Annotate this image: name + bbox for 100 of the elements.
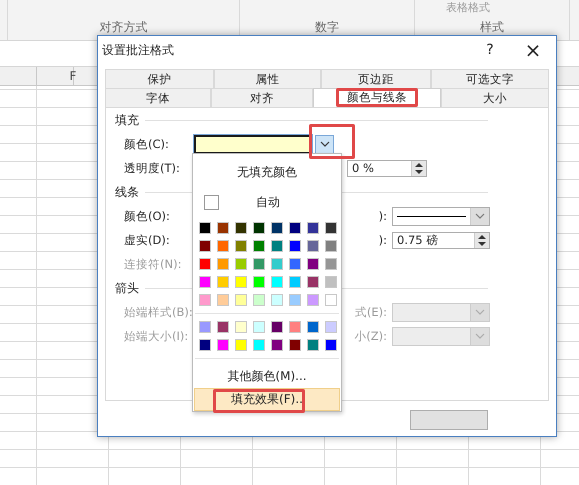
menu-item[interactable]: 其他颜色(M)... — [193, 364, 341, 388]
spinner-icon[interactable] — [474, 232, 489, 248]
color-swatch[interactable] — [289, 258, 301, 270]
field-label: 透明度(T): — [124, 160, 181, 176]
color-swatch[interactable] — [289, 320, 301, 333]
tab[interactable]: 对齐 — [211, 88, 313, 107]
section-heading: 填充 — [115, 112, 139, 128]
field-label: 小(Z): — [353, 328, 388, 344]
color-swatch[interactable] — [307, 320, 319, 333]
color-swatch[interactable] — [253, 320, 265, 333]
color-swatch[interactable] — [199, 222, 211, 234]
field-label: ): — [378, 209, 388, 223]
color-swatch[interactable] — [325, 240, 337, 252]
color-swatch[interactable] — [307, 338, 319, 351]
field-label: 颜色(C): — [124, 136, 170, 152]
menu-item[interactable]: 自动 — [256, 194, 280, 211]
color-swatch[interactable] — [307, 258, 319, 270]
color-swatch[interactable] — [217, 294, 229, 306]
tab[interactable]: 属性 — [214, 69, 321, 88]
color-swatch[interactable] — [217, 222, 229, 234]
field-label: 连接符(N): — [124, 256, 182, 272]
color-swatch[interactable] — [235, 338, 247, 351]
color-swatch[interactable] — [253, 294, 265, 306]
section-heading: 线条 — [115, 184, 139, 200]
field-label: 颜色(O): — [124, 208, 171, 224]
color-field[interactable] — [194, 134, 312, 154]
ribbon-group-label: 对齐方式 — [100, 19, 148, 36]
color-swatch[interactable] — [325, 338, 337, 351]
color-swatch[interactable] — [217, 240, 229, 252]
chevron-icon — [320, 141, 330, 147]
color-swatch[interactable] — [253, 338, 265, 351]
tab[interactable]: 可选文字 — [431, 69, 549, 88]
color-swatch[interactable] — [217, 276, 229, 288]
color-swatch[interactable] — [199, 338, 211, 351]
color-swatch[interactable] — [253, 240, 265, 252]
color-swatch[interactable] — [325, 294, 337, 306]
field-label: 式(E): — [354, 304, 388, 320]
color-swatch[interactable] — [271, 320, 283, 333]
field-label: ): — [378, 233, 388, 247]
tab[interactable]: 颜色与线条 — [313, 88, 441, 107]
line-style-dropdown[interactable] — [392, 206, 490, 226]
color-swatch[interactable] — [253, 258, 265, 270]
tab[interactable]: 字体 — [105, 88, 211, 107]
color-swatch[interactable] — [217, 338, 229, 351]
color-swatch[interactable] — [325, 276, 337, 288]
color-swatch[interactable] — [307, 276, 319, 288]
color-swatch[interactable] — [271, 338, 283, 351]
chevron-icon — [475, 309, 485, 315]
tab[interactable]: 保护 — [105, 69, 214, 88]
color-swatch[interactable] — [204, 194, 219, 210]
color-swatch[interactable] — [199, 320, 211, 333]
color-swatch[interactable] — [235, 258, 247, 270]
color-swatch[interactable] — [289, 222, 301, 234]
color-swatch[interactable] — [325, 222, 337, 234]
color-swatch[interactable] — [199, 276, 211, 288]
color-swatch[interactable] — [307, 294, 319, 306]
spinner-icon[interactable] — [411, 160, 426, 176]
color-swatch[interactable] — [271, 240, 283, 252]
tab[interactable]: 大小 — [441, 88, 549, 107]
color-swatch[interactable] — [253, 276, 265, 288]
field-value: 0 % — [352, 161, 374, 175]
dropdown-button[interactable] — [315, 134, 334, 154]
help-button[interactable]: ? — [470, 42, 510, 58]
color-swatch[interactable] — [199, 240, 211, 252]
spin-field[interactable]: 0 % — [347, 160, 427, 176]
color-swatch[interactable] — [253, 222, 265, 234]
color-swatch[interactable] — [235, 240, 247, 252]
tab[interactable]: 页边距 — [321, 69, 431, 88]
ribbon-group-label: 数字 — [315, 19, 339, 36]
color-swatch[interactable] — [325, 258, 337, 270]
spin-field[interactable]: 0.75 磅 — [392, 232, 490, 248]
color-swatch[interactable] — [289, 276, 301, 288]
color-swatch[interactable] — [217, 258, 229, 270]
color-swatch[interactable] — [271, 222, 283, 234]
menu-item[interactable]: 无填充颜色 — [193, 160, 341, 186]
close-button[interactable]: × — [510, 38, 556, 62]
color-swatch[interactable] — [307, 222, 319, 234]
color-swatch[interactable] — [199, 258, 211, 270]
color-swatch[interactable] — [235, 294, 247, 306]
field-label: 虚实(D): — [124, 232, 171, 248]
color-swatch[interactable] — [289, 338, 301, 351]
field-label: 始端大小(I): — [124, 328, 190, 344]
color-swatch[interactable] — [325, 320, 337, 333]
color-swatch[interactable] — [199, 294, 211, 306]
field-label: 始端样式(B): — [124, 304, 194, 320]
field-value: 0.75 磅 — [397, 232, 438, 248]
window-title: 设置批注格式 — [102, 42, 175, 58]
chevron-icon — [475, 333, 485, 339]
color-swatch[interactable] — [271, 276, 283, 288]
color-swatch[interactable] — [307, 240, 319, 252]
color-swatch[interactable] — [289, 294, 301, 306]
chevron-icon — [475, 213, 485, 219]
column-header: F — [68, 68, 78, 85]
color-swatch[interactable] — [235, 320, 247, 333]
color-swatch[interactable] — [289, 240, 301, 252]
color-swatch[interactable] — [271, 294, 283, 306]
color-swatch[interactable] — [235, 222, 247, 234]
color-swatch[interactable] — [235, 276, 247, 288]
color-swatch[interactable] — [271, 258, 283, 270]
color-swatch[interactable] — [217, 320, 229, 333]
